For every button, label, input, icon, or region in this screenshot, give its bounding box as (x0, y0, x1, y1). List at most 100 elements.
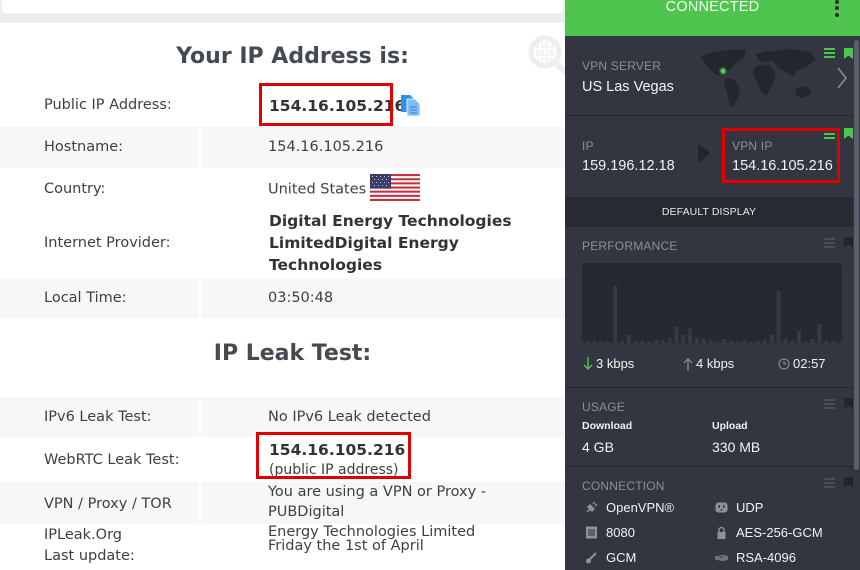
connection-status-bar[interactable]: CONNECTED (565, 0, 860, 36)
connection-label: CONNECTION (582, 479, 665, 493)
bookmark-icon[interactable] (844, 237, 853, 248)
handshake-icon (715, 555, 728, 561)
performance-bar (729, 340, 733, 343)
performance-bar (688, 328, 692, 343)
session-duration-value: 02:57 (793, 356, 826, 371)
ip-label: IP (582, 139, 594, 153)
drag-handle-icon[interactable] (824, 238, 835, 248)
performance-bar (742, 339, 747, 343)
connection-protocol: OpenVPN® (585, 500, 674, 515)
drag-handle-icon[interactable] (824, 48, 835, 58)
column-divider (199, 278, 201, 318)
column-divider (199, 397, 201, 437)
performance-bar (810, 339, 815, 343)
performance-bar (647, 341, 652, 343)
drag-handle-icon[interactable] (824, 399, 835, 409)
chevron-right-icon[interactable] (836, 66, 848, 90)
performance-bar (776, 291, 781, 343)
clock-icon (778, 357, 790, 370)
row-label: IPv6 Leak Test: (44, 409, 152, 425)
port-icon (586, 526, 597, 539)
performance-bar (797, 331, 801, 343)
row-label-line: IPLeak.Org (44, 527, 122, 543)
usage-label: USAGE (582, 400, 626, 414)
copy-icon[interactable] (400, 93, 422, 117)
country-name: United States (268, 181, 367, 198)
performance-bar (654, 339, 658, 343)
bookmark-icon[interactable] (844, 398, 853, 409)
row-label: VPN / Proxy / TOR (44, 496, 172, 512)
performance-bar (633, 341, 638, 343)
row-label: Internet Provider: (44, 235, 171, 251)
vpn-server-value: US Las Vegas (582, 79, 674, 95)
performance-bar (613, 285, 617, 343)
drag-handle-icon[interactable] (824, 478, 835, 488)
performance-bar (735, 341, 740, 343)
download-speed-value: 3 kbps (596, 356, 635, 371)
connection-value: 8080 (606, 525, 635, 540)
connection-value: GCM (606, 550, 637, 565)
connection-value: AES-256-GCM (736, 525, 823, 540)
row-label-line: Last update: (44, 548, 135, 564)
bookmark-icon[interactable] (844, 48, 853, 59)
performance-bar (586, 341, 590, 343)
performance-chart (582, 263, 842, 343)
performance-bar (817, 323, 822, 343)
vpn-server-card[interactable]: VPN SERVER US Las Vegas (565, 36, 853, 116)
bookmark-icon[interactable] (844, 477, 853, 488)
highlight-box-webrtc (256, 432, 411, 479)
connection-encryption: AES-256-GCM (715, 525, 823, 540)
performance-bar (708, 340, 713, 343)
row-label: Country: (44, 181, 106, 197)
hostname-value: 154.16.105.216 (268, 139, 384, 155)
upload-speed: 4 kbps (683, 356, 734, 371)
default-display-button[interactable]: DEFAULT DISPLAY (565, 197, 853, 227)
upload-label: Upload (712, 420, 748, 432)
table-row-vpn-proxy: VPN / Proxy / TOR You are using a VPN or… (0, 482, 565, 540)
download-speed: 3 kbps (583, 356, 634, 371)
provider-line: LimitedDigital Energy Technologies (269, 234, 459, 274)
lock-icon (717, 526, 726, 539)
performance-bar (763, 339, 767, 343)
performance-bar (640, 340, 645, 343)
ipleak-page: IPLeak.org - Your IP test results are be… (0, 0, 565, 570)
connection-card: CONNECTION OpenVPN® UDP 8080 AES-256-GCM… (565, 468, 853, 570)
row-label: Local Time: (44, 290, 127, 306)
last-update-value: Friday the 1st of April (268, 538, 424, 554)
section-title-ip-address: Your IP Address is: (176, 44, 409, 69)
connection-value: OpenVPN® (606, 500, 675, 515)
table-row-ipv6: IPv6 Leak Test: No IPv6 Leak detected (0, 397, 565, 437)
performance-bar (606, 341, 611, 343)
upload-total: 330 MB (712, 439, 761, 455)
performance-bar (831, 341, 835, 343)
us-flag-icon (370, 174, 421, 201)
table-row-hostname: Hostname: 154.16.105.216 (0, 127, 565, 168)
bookmark-icon[interactable] (844, 128, 853, 139)
performance-bar (756, 340, 761, 343)
performance-bar (769, 335, 774, 343)
column-divider (199, 482, 201, 524)
performance-bar (694, 337, 699, 343)
connection-value: RSA-4096 (736, 550, 796, 565)
more-options-icon[interactable] (833, 0, 841, 20)
page-header-bar: IPLeak.org - Your IP test results are be… (0, 0, 565, 23)
download-label: Download (582, 420, 633, 432)
row-label: WebRTC Leak Test: (44, 452, 180, 468)
download-total: 4 GB (582, 439, 614, 455)
table-row-country: Country: United States (0, 168, 565, 208)
session-duration: 02:57 (778, 356, 826, 371)
key-icon (586, 552, 597, 564)
section-title-ip-leak: IP Leak Test: (213, 341, 372, 366)
country-value: United States (268, 174, 421, 203)
arrow-up-icon (683, 357, 693, 371)
vpn-panel-scrollbar[interactable] (854, 40, 859, 470)
table-row-last-update: IPLeak.Org Last update: Friday the 1st o… (0, 524, 565, 570)
local-time-value: 03:50:48 (268, 290, 334, 306)
ipv6-value: No IPv6 Leak detected (268, 409, 431, 425)
world-map-icon (700, 49, 816, 108)
performance-bar (749, 341, 754, 343)
outlet-icon (715, 502, 728, 513)
row-label: Hostname: (44, 139, 124, 155)
header-box: IPLeak.org - Your IP test results are be… (2, 0, 563, 13)
vpn-proxy-line: You are using a VPN or Proxy - PUBDigita… (268, 484, 487, 520)
